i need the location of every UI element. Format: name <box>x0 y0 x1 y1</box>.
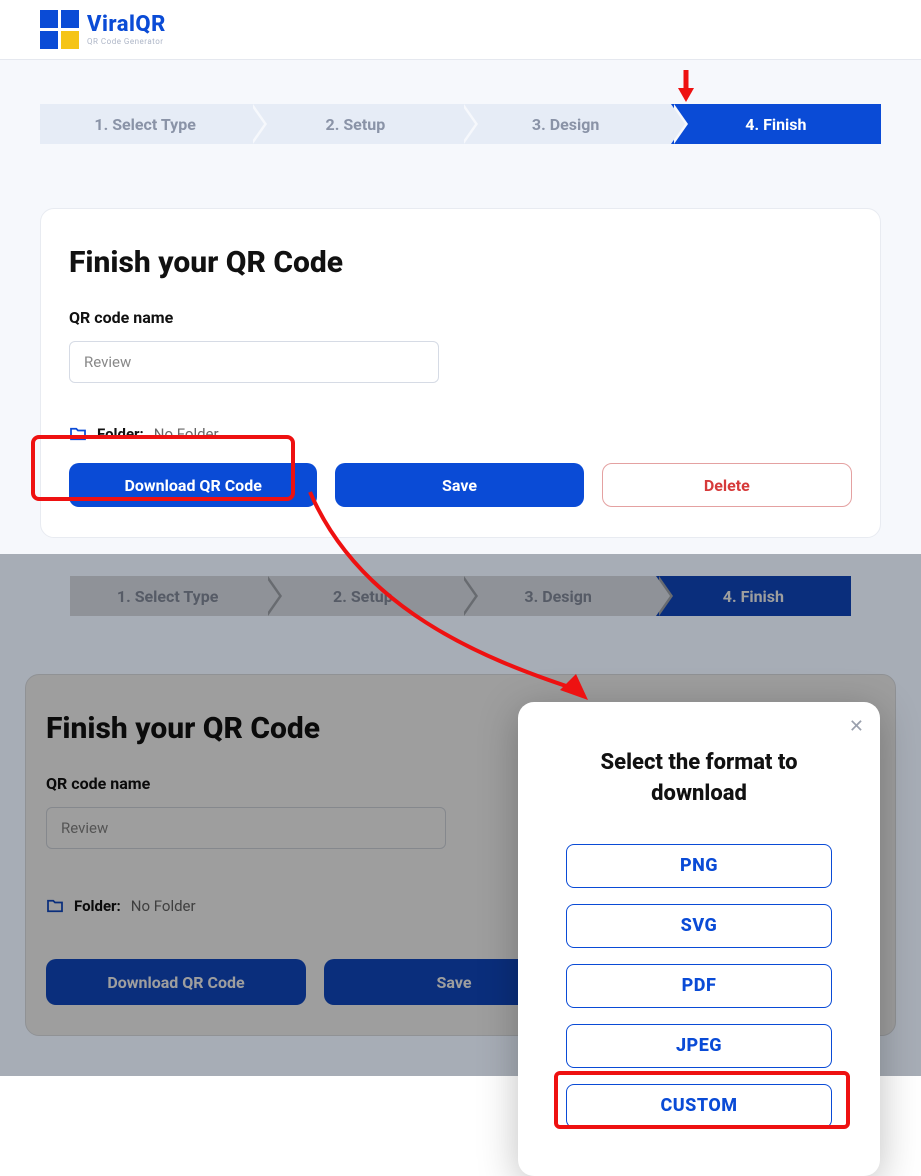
format-jpeg-button[interactable]: JPEG <box>566 1024 832 1068</box>
step-select-type[interactable]: 1. Select Type <box>40 104 250 144</box>
step-finish-dimmed: 4. Finish <box>656 576 851 616</box>
step-design-dimmed: 3. Design <box>461 576 656 616</box>
brand-name: ViralQR <box>87 14 166 36</box>
finish-card: Finish your QR Code QR code name Folder:… <box>40 208 881 538</box>
step-select-type-dimmed: 1. Select Type <box>70 576 265 616</box>
format-pdf-button[interactable]: PDF <box>566 964 832 1008</box>
brand-tagline: QR Code Generator <box>87 38 166 46</box>
format-svg-button[interactable]: SVG <box>566 904 832 948</box>
delete-button[interactable]: Delete <box>602 463 852 507</box>
finish-heading: Finish your QR Code <box>69 245 852 280</box>
qr-name-label: QR code name <box>69 308 852 327</box>
modal-close-button[interactable]: ✕ <box>849 716 864 737</box>
download-format-modal: ✕ Select the format to download PNG SVG … <box>518 702 880 1176</box>
logo-mark-icon <box>40 10 79 49</box>
qr-name-input-dimmed <box>46 807 446 849</box>
qr-name-input[interactable] <box>69 341 439 383</box>
wizard-steps-dimmed: 1. Select Type 2. Setup 3. Design 4. Fin… <box>70 554 851 616</box>
brand-logo[interactable]: ViralQR QR Code Generator <box>40 10 166 49</box>
save-button[interactable]: Save <box>335 463 583 507</box>
step-design[interactable]: 3. Design <box>461 104 671 144</box>
step-finish[interactable]: 4. Finish <box>671 104 881 144</box>
app-header: ViralQR QR Code Generator <box>0 0 921 60</box>
step-setup-dimmed: 2. Setup <box>265 576 460 616</box>
close-icon: ✕ <box>849 716 864 737</box>
folder-label: Folder: <box>97 425 144 443</box>
folder-icon <box>46 899 64 913</box>
folder-row[interactable]: Folder: No Folder <box>69 425 852 443</box>
format-png-button[interactable]: PNG <box>566 844 832 888</box>
folder-icon <box>69 427 87 441</box>
wizard-steps: 1. Select Type 2. Setup 3. Design 4. Fin… <box>40 60 881 144</box>
download-qr-button-dimmed: Download QR Code <box>46 959 306 1005</box>
modal-title: Select the format to download <box>566 748 832 810</box>
format-custom-button[interactable]: CUSTOM <box>566 1084 832 1128</box>
step-setup[interactable]: 2. Setup <box>250 104 460 144</box>
download-qr-button[interactable]: Download QR Code <box>69 463 317 507</box>
folder-value: No Folder <box>154 425 219 443</box>
